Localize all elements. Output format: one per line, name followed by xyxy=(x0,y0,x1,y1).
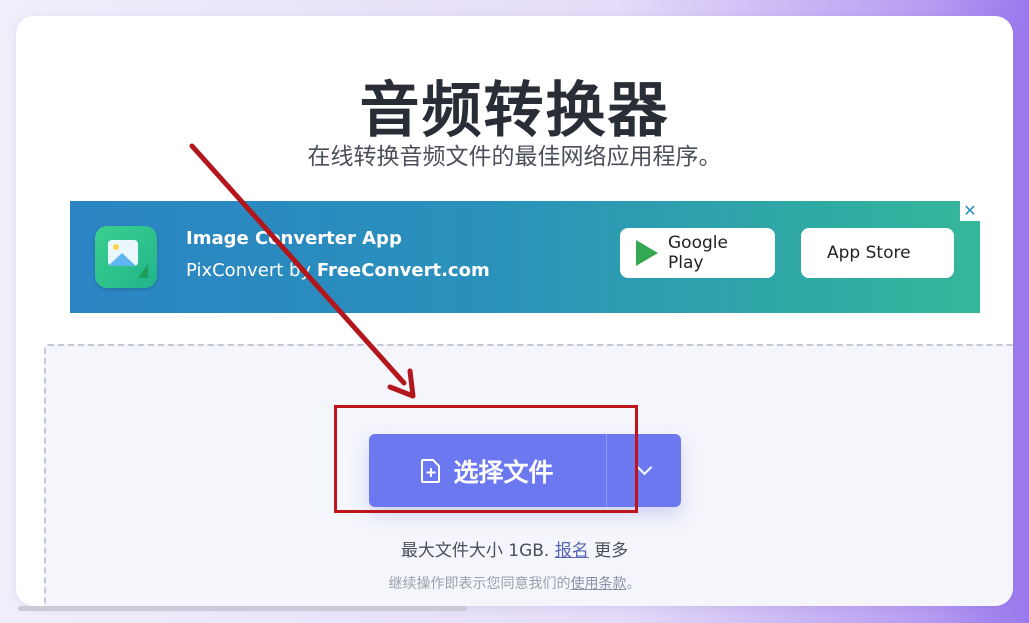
google-play-label: Google Play xyxy=(668,233,728,273)
chevron-down-icon xyxy=(636,459,652,476)
choose-file-button[interactable]: 选择文件 xyxy=(369,434,606,507)
converter-card: 音频转换器 在线转换音频文件的最佳网络应用程序。 ✕ Image Convert… xyxy=(16,16,1013,606)
file-add-icon xyxy=(421,458,441,483)
app-promo-banner[interactable]: ✕ Image Converter App PixConvert by Free… xyxy=(70,201,980,313)
upload-source-dropdown[interactable] xyxy=(607,434,681,507)
signup-link[interactable]: 报名 xyxy=(555,541,589,561)
app-name: Image Converter App xyxy=(186,228,402,249)
page-subtitle: 在线转换音频文件的最佳网络应用程序。 xyxy=(307,144,722,170)
max-file-size-note: 最大文件大小 1GB. 报名 更多 xyxy=(400,541,629,561)
app-store-button[interactable]: App Store xyxy=(801,228,954,278)
google-play-icon xyxy=(636,240,658,266)
google-play-button[interactable]: Google Play xyxy=(620,228,775,278)
close-icon[interactable]: ✕ xyxy=(960,201,980,221)
app-publisher: PixConvert by FreeConvert.com xyxy=(186,260,490,281)
upload-button-group: 选择文件 xyxy=(369,434,681,507)
image-converter-app-icon xyxy=(95,226,157,288)
terms-link[interactable]: 使用条款 xyxy=(571,576,627,592)
app-store-label: App Store xyxy=(827,243,911,263)
horizontal-scrollbar[interactable] xyxy=(18,606,467,611)
page-title: 音频转换器 xyxy=(359,76,670,146)
terms-note: 继续操作即表示您同意我们的使用条款。 xyxy=(388,576,641,592)
choose-file-label: 选择文件 xyxy=(453,458,554,487)
